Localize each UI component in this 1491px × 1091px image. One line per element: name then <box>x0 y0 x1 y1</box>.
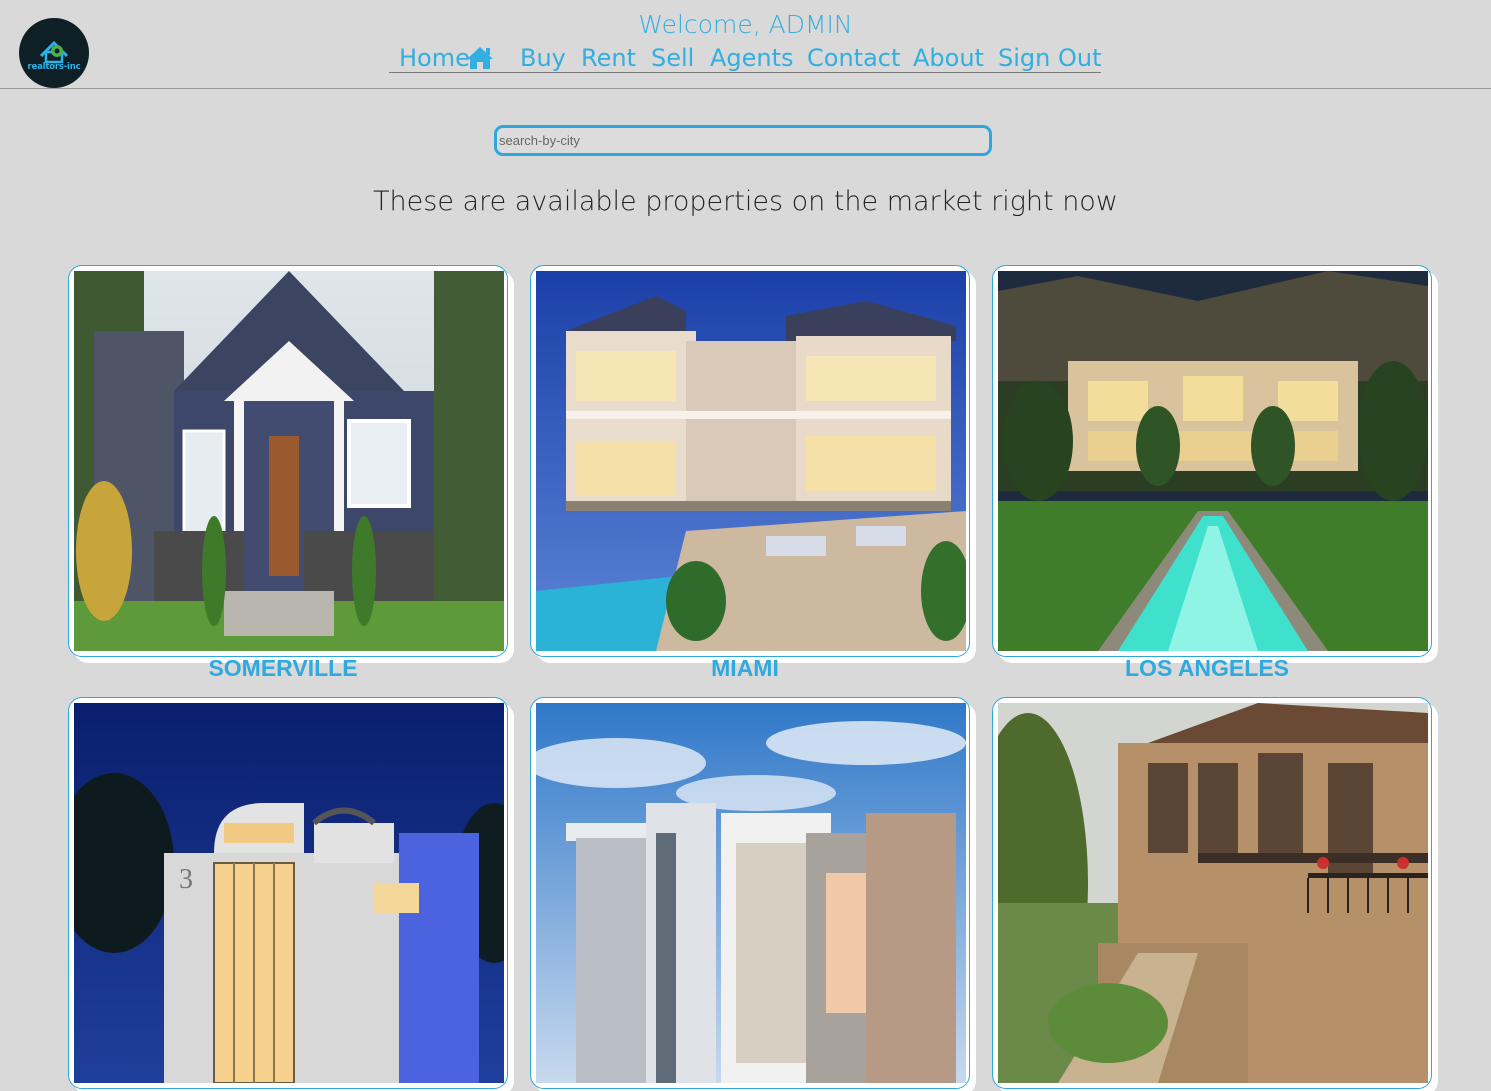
property-photo-5 <box>536 703 966 1083</box>
logo-text: realtors-inc <box>27 62 81 72</box>
property-card-los-angeles[interactable]: LOS ANGELES <box>992 265 1434 681</box>
nav-agents[interactable]: Agents <box>710 44 794 72</box>
nav-home[interactable]: Home <box>399 44 470 72</box>
property-photo-6 <box>998 703 1428 1083</box>
home-icon[interactable] <box>466 46 494 70</box>
city-search-input[interactable] <box>494 125 992 156</box>
nav-about[interactable]: About <box>913 44 984 72</box>
property-card-5[interactable] <box>530 697 972 1091</box>
property-city-label: MIAMI <box>711 655 779 681</box>
property-city-label: SOMERVILLE <box>208 655 358 681</box>
property-photo-los-angeles <box>998 271 1428 651</box>
nav-home-label: Home <box>399 44 470 72</box>
main-nav: Home Buy Rent Sell Agents Contact About … <box>389 44 1102 73</box>
property-photo-miami <box>536 271 966 651</box>
property-photo-somerville <box>74 271 504 651</box>
nav-buy[interactable]: Buy <box>520 44 566 72</box>
property-card-4[interactable]: 3 <box>68 697 510 1091</box>
property-card-6[interactable] <box>992 697 1434 1091</box>
property-photo-4: 3 <box>74 703 504 1083</box>
property-card-miami[interactable]: MIAMI <box>530 265 972 681</box>
page-tagline: These are available properties on the ma… <box>373 186 1118 217</box>
nav-contact[interactable]: Contact <box>807 44 900 72</box>
nav-sign-out[interactable]: Sign Out <box>998 44 1102 72</box>
welcome-message: Welcome, ADMIN <box>638 10 853 39</box>
nav-rent[interactable]: Rent <box>581 44 636 72</box>
property-card-somerville[interactable]: SOMERVILLE <box>68 265 510 681</box>
site-header: realtors-inc Welcome, ADMIN Home Buy Ren… <box>0 0 1491 89</box>
property-city-label: LOS ANGELES <box>1125 655 1289 681</box>
svg-text:3: 3 <box>179 864 193 895</box>
nav-sell[interactable]: Sell <box>651 44 694 72</box>
